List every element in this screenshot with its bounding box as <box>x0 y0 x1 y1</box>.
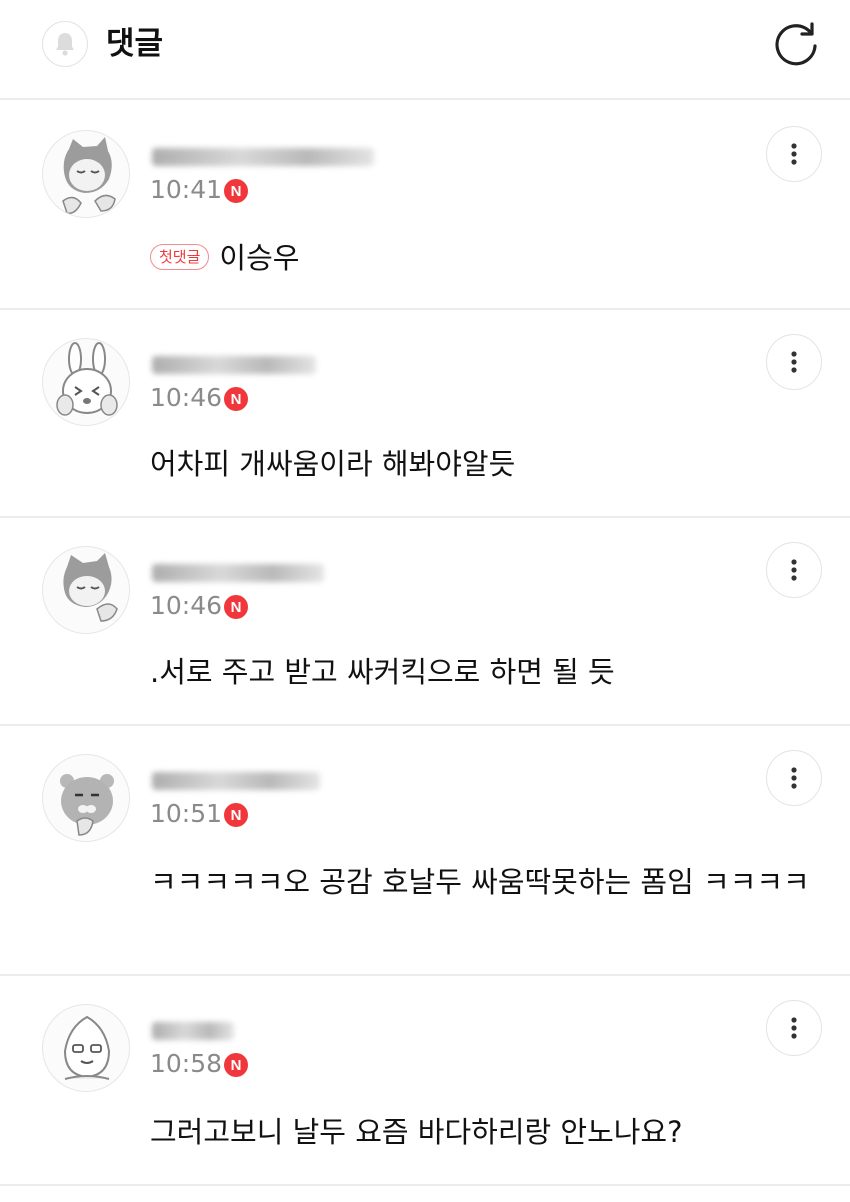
more-options-button[interactable] <box>766 750 822 806</box>
new-badge: N <box>224 179 248 203</box>
avatar[interactable] <box>42 338 130 426</box>
comment-text-container: 첫댓글 이승우 <box>150 236 820 280</box>
comment-text: ㅋㅋㅋㅋㅋ오 공감 호날두 싸움딱못하는 폼임 ㅋㅋㅋㅋ <box>150 865 810 899</box>
new-badge: N <box>224 1053 248 1077</box>
comment-time: 10:51 <box>150 799 223 828</box>
avatar[interactable] <box>42 1004 130 1092</box>
refresh-icon <box>775 22 817 66</box>
comments-header: 댓글 <box>0 0 850 100</box>
more-options-button[interactable] <box>766 1000 822 1056</box>
page-title: 댓글 <box>106 26 164 62</box>
comment-time: 10:46 <box>150 591 223 620</box>
notification-button[interactable] <box>42 21 88 67</box>
comment-text: 어차피 개싸움이라 해봐야알듯 <box>150 447 516 481</box>
comment-item: 10:46 N .서로 주고 받고 싸커킥으로 하면 될 듯 <box>0 518 850 726</box>
comment-text: 이승우 <box>219 241 300 275</box>
comment-item: 10:58 N 그러고보니 날두 요즘 바다하리랑 안노나요? <box>0 976 850 1186</box>
avatar[interactable] <box>42 546 130 634</box>
author-name-blurred <box>152 1022 234 1040</box>
author-name-blurred <box>152 772 320 790</box>
comment-text: 그러고보니 날두 요즘 바다하리랑 안노나요? <box>150 1115 683 1149</box>
refresh-button[interactable] <box>770 18 822 70</box>
more-vertical-icon <box>791 1017 797 1039</box>
comment-time: 10:58 <box>150 1049 223 1078</box>
avatar[interactable] <box>42 130 130 218</box>
cat-character-icon <box>63 553 118 622</box>
comment-text: .서로 주고 받고 싸커킥으로 하면 될 듯 <box>150 655 615 689</box>
comment-item: 10:41 N 첫댓글 이승우 <box>0 102 850 310</box>
more-vertical-icon <box>791 351 797 373</box>
more-vertical-icon <box>791 143 797 165</box>
author-name-blurred <box>152 564 324 582</box>
cat-character-icon <box>62 137 116 215</box>
bell-icon <box>56 33 74 56</box>
new-badge: N <box>224 387 248 411</box>
comment-time: 10:46 <box>150 383 223 412</box>
more-options-button[interactable] <box>766 334 822 390</box>
more-options-button[interactable] <box>766 126 822 182</box>
comment-time: 10:41 <box>150 175 223 204</box>
comment-item: 10:46 N 어차피 개싸움이라 해봐야알듯 <box>0 310 850 518</box>
new-badge: N <box>224 595 248 619</box>
more-vertical-icon <box>791 767 797 789</box>
more-options-button[interactable] <box>766 542 822 598</box>
rabbit-character-icon <box>56 342 118 416</box>
author-name-blurred <box>152 148 374 166</box>
peach-character-icon <box>63 1015 111 1080</box>
comment-item: 10:51 N ㅋㅋㅋㅋㅋ오 공감 호날두 싸움딱못하는 폼임 ㅋㅋㅋㅋ <box>0 726 850 976</box>
first-comment-badge: 첫댓글 <box>150 244 210 270</box>
more-vertical-icon <box>791 559 797 581</box>
author-name-blurred <box>152 356 316 374</box>
new-badge: N <box>224 803 248 827</box>
lion-character-icon <box>60 774 114 836</box>
avatar[interactable] <box>42 754 130 842</box>
